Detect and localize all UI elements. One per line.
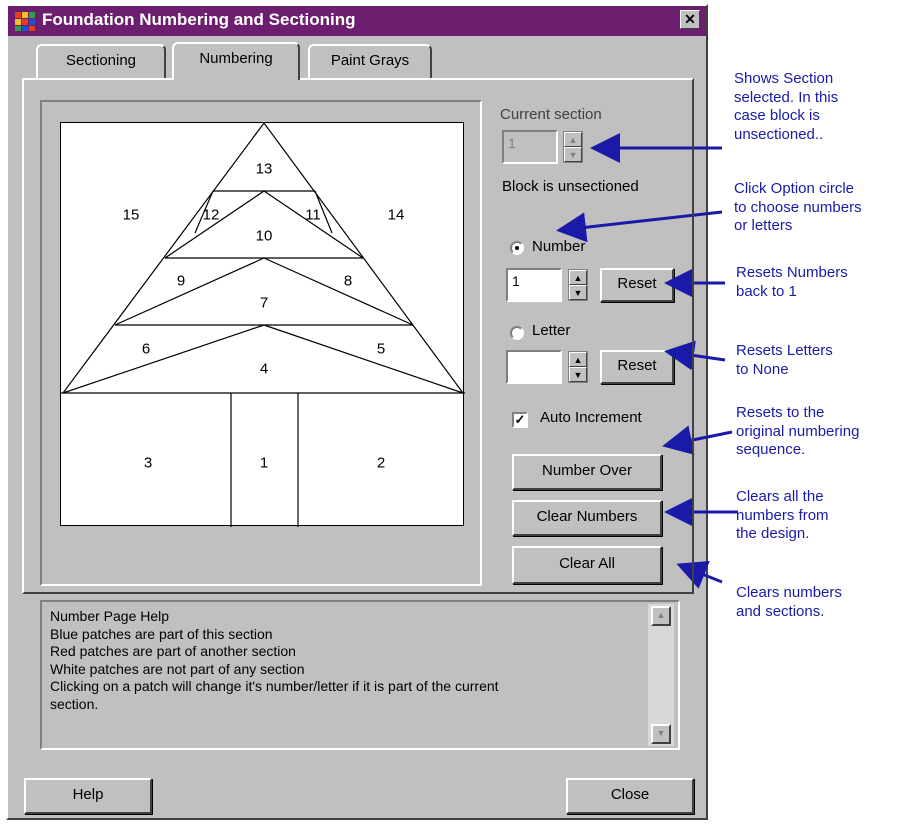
annotation-line: unsectioned.. <box>734 125 824 143</box>
annotation-number-over: Resets to the original numbering sequenc… <box>736 404 859 460</box>
annotation-line: Clears all the <box>736 488 824 505</box>
annotation-line: case block is <box>734 107 820 124</box>
annotation-line: to choose numbers <box>734 198 862 216</box>
annotation-line: Resets Letters <box>736 342 833 359</box>
annotation-line: selected. In this <box>734 88 839 106</box>
annotation-line: the design. <box>736 525 810 542</box>
annotation-option: Click Option circle to choose numbers or… <box>734 180 862 236</box>
annotation-line: and sections. <box>736 602 825 620</box>
annotation-line: Resets to the <box>736 404 825 421</box>
numbering-tab-page <box>22 78 694 594</box>
annotation-line: Resets Numbers <box>736 264 848 281</box>
tab-numbering[interactable]: Numbering <box>172 42 300 80</box>
annotation-clear-all: Clears numbers and sections. <box>736 584 842 621</box>
annotation-line: back to 1 <box>736 282 797 300</box>
annotation-line: Click Option circle <box>734 180 855 197</box>
annotation-reset-numbers: Resets Numbers back to 1 <box>736 264 848 301</box>
annotation-line: Clears numbers <box>736 584 842 601</box>
annotation-line: Shows Section <box>734 70 834 87</box>
annotation-line: original numbering <box>736 422 860 440</box>
annotation-clear-numbers: Clears all the numbers from the design. <box>736 488 829 544</box>
annotation-line: sequence. <box>736 441 806 458</box>
annotation-line: to None <box>736 360 789 378</box>
annotation-line: numbers from <box>736 506 829 524</box>
annotation-line: or letters <box>734 217 793 234</box>
annotation-reset-letters: Resets Letters to None <box>736 342 833 379</box>
annotation-section: Shows Section selected. In this case blo… <box>734 70 838 144</box>
